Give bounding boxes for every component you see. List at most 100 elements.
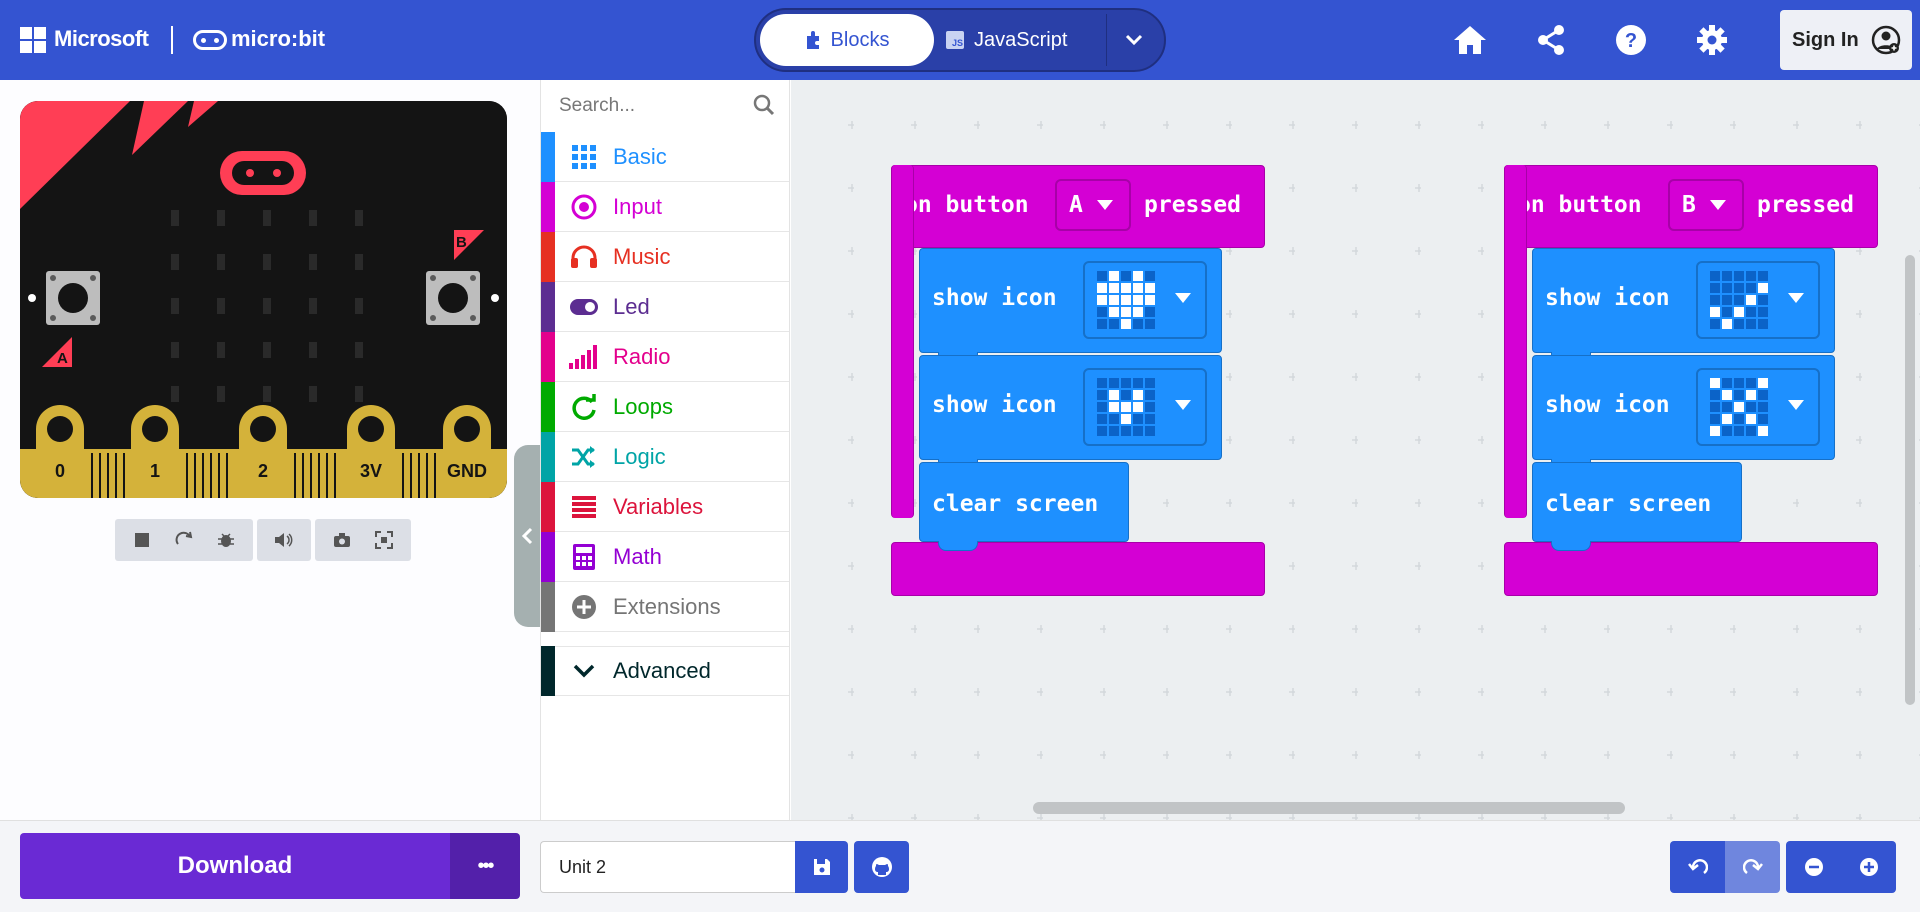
icon-picker[interactable]: [1083, 261, 1207, 339]
chevron-left-icon: [521, 527, 533, 545]
plus-circle-icon: [555, 594, 613, 620]
clear-screen-block[interactable]: clear screen: [1532, 462, 1742, 551]
puzzle-icon: [806, 31, 819, 49]
sim-sound-group: [257, 519, 311, 561]
redo-icon: [1742, 859, 1763, 875]
blocks-tab-label: Blocks: [830, 28, 890, 51]
user-icon: [1871, 25, 1900, 55]
on-button-a-pressed-block[interactable]: on button A pressed: [891, 165, 1265, 248]
category-music[interactable]: Music: [541, 231, 789, 282]
show-icon-block[interactable]: show icon: [1532, 248, 1835, 362]
category-logic[interactable]: Logic: [541, 431, 789, 482]
grid-icon: [555, 144, 613, 169]
debug-button[interactable]: [207, 524, 245, 556]
download-more-button[interactable]: •••: [450, 833, 520, 899]
undo-button[interactable]: [1670, 841, 1725, 893]
category-basic[interactable]: Basic: [541, 131, 789, 182]
block-notch: [1551, 541, 1591, 551]
microbit-simulator[interactable]: 0 1 2 3V GND A B: [20, 101, 507, 498]
microbit-logo-icon: [193, 30, 227, 50]
save-button[interactable]: [795, 841, 848, 893]
chevron-down-icon: [1125, 34, 1142, 46]
caret-down-icon: [1788, 400, 1804, 410]
icon-picker[interactable]: [1696, 368, 1820, 446]
category-color-bar: [541, 381, 555, 432]
category-math[interactable]: Math: [541, 531, 789, 582]
svg-text:?: ?: [1625, 30, 1637, 52]
category-color-bar: [541, 531, 555, 582]
search-input[interactable]: [559, 92, 749, 120]
led-icon-heart: [1097, 271, 1155, 329]
category-color-bar: [541, 431, 555, 482]
search-icon[interactable]: [753, 94, 775, 116]
button-b-dropdown[interactable]: B: [1668, 179, 1744, 231]
fullscreen-button[interactable]: [365, 524, 403, 556]
icon-picker[interactable]: [1696, 261, 1820, 339]
block-text-pressed: pressed: [1757, 192, 1854, 218]
stop-button[interactable]: [123, 524, 161, 556]
category-label: Loops: [613, 393, 673, 419]
show-icon-block[interactable]: show icon: [919, 355, 1222, 469]
download-button[interactable]: Download: [20, 833, 450, 899]
icon-picker[interactable]: [1083, 368, 1207, 446]
led-icon-yes: [1710, 271, 1768, 329]
editor-footer: Download •••: [0, 820, 1920, 912]
on-button-b-pressed-block[interactable]: on button B pressed: [1504, 165, 1878, 248]
caret-down-icon: [1175, 293, 1191, 303]
sign-in-button[interactable]: Sign In: [1780, 10, 1912, 70]
blocks-tab[interactable]: Blocks: [760, 14, 934, 66]
category-led[interactable]: Led: [541, 281, 789, 332]
dropdown-value: B: [1682, 192, 1696, 218]
category-color-bar: [541, 131, 555, 182]
category-loops[interactable]: Loops: [541, 381, 789, 432]
blocks-workspace[interactable]: on button A pressed show icon show icon …: [791, 80, 1920, 820]
minus-circle-icon: [1804, 858, 1823, 876]
category-advanced[interactable]: Advanced: [541, 646, 789, 696]
settings-button[interactable]: [1692, 20, 1732, 60]
screenshot-button[interactable]: [323, 524, 361, 556]
category-color-bar: [541, 646, 555, 696]
zoom-out-button[interactable]: [1786, 841, 1841, 893]
button-a-dropdown[interactable]: A: [1055, 179, 1131, 231]
javascript-tab[interactable]: JS JavaScript: [946, 14, 1096, 66]
restart-button[interactable]: [165, 524, 203, 556]
category-extensions[interactable]: Extensions: [541, 581, 789, 632]
toggle-icon: [555, 298, 613, 316]
category-color-bar: [541, 281, 555, 332]
category-color-bar: [541, 331, 555, 382]
category-input[interactable]: Input: [541, 181, 789, 232]
horizontal-scrollbar[interactable]: [1033, 802, 1625, 814]
list-icon: [555, 495, 613, 518]
vertical-scrollbar[interactable]: [1905, 255, 1915, 705]
category-color-bar: [541, 481, 555, 532]
product-name[interactable]: micro:bit: [231, 26, 325, 52]
button-b-label: B: [456, 234, 467, 251]
zoom-in-button[interactable]: [1841, 841, 1896, 893]
collapse-simulator-button[interactable]: [514, 445, 540, 627]
caret-down-icon: [1096, 200, 1113, 210]
pin-label-gnd: GND: [447, 461, 487, 481]
project-name-input[interactable]: [540, 841, 795, 893]
github-button[interactable]: [854, 841, 909, 893]
help-icon: ?: [1616, 25, 1646, 55]
category-radio[interactable]: Radio: [541, 331, 789, 382]
editor-dropdown-button[interactable]: [1106, 14, 1160, 66]
headphones-icon: [555, 245, 613, 269]
show-icon-block[interactable]: show icon: [919, 248, 1222, 362]
share-button[interactable]: [1531, 20, 1571, 60]
event-b-side-arm: [1504, 165, 1527, 518]
mute-button[interactable]: [265, 524, 303, 556]
microsoft-logo-icon: [20, 27, 46, 53]
home-button[interactable]: [1450, 20, 1490, 60]
redo-button[interactable]: [1725, 841, 1780, 893]
show-icon-block[interactable]: show icon: [1532, 355, 1835, 469]
gear-icon: [1697, 25, 1727, 55]
block-text-show-icon: show icon: [1545, 285, 1670, 311]
shuffle-icon: [555, 445, 613, 468]
category-label: Extensions: [613, 593, 721, 619]
github-icon: [871, 857, 892, 877]
help-button[interactable]: ?: [1611, 20, 1651, 60]
share-icon: [1538, 25, 1564, 55]
clear-screen-block[interactable]: clear screen: [919, 462, 1129, 551]
category-variables[interactable]: Variables: [541, 481, 789, 532]
